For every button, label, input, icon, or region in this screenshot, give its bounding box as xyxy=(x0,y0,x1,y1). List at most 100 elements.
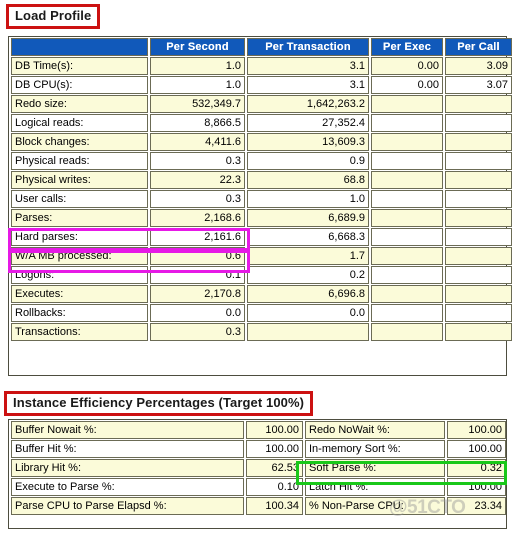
per-second-metric-label: W/A MB processed: xyxy=(11,247,148,265)
efficiency-value-left: 0.10 xyxy=(246,478,303,496)
per-exec-value xyxy=(371,133,443,151)
per-transaction-value: 3.1 xyxy=(247,76,369,94)
table-row: Physical reads: 0.3 0.9 xyxy=(11,152,512,170)
table-row: Block changes: 4,411.6 13,609.3 xyxy=(11,133,512,151)
table-header-row: Per Second Per Transaction Per Exec Per … xyxy=(11,38,512,56)
per-second-metric-label: Logons: xyxy=(11,266,148,284)
per-second-value: 0.3 xyxy=(150,152,245,170)
column-header-per-exec[interactable]: Per Exec xyxy=(371,38,443,56)
efficiency-value-left: 100.00 xyxy=(246,421,303,439)
per-second-value: 22.3 xyxy=(150,171,245,189)
per-second-metric-label: DB CPU(s): xyxy=(11,76,148,94)
per-second-value: 2,168.6 xyxy=(150,209,245,227)
per-transaction-value: 68.8 xyxy=(247,171,369,189)
load-profile-table: Per Second Per Transaction Per Exec Per … xyxy=(9,37,514,342)
table-row: Buffer Nowait %: 100.00 Redo NoWait %: 100.… xyxy=(11,421,506,439)
efficiency-value-right: 23.34 xyxy=(447,497,506,515)
table-row: Logons: 0.1 0.2 xyxy=(11,266,512,284)
efficiency-value-right: 100.00 xyxy=(447,478,506,496)
table-row: Parse CPU to Parse Elapsd %: 100.34% Non-… xyxy=(11,497,506,515)
per-transaction-value xyxy=(247,323,369,341)
per-second-value: 0.1 xyxy=(150,266,245,284)
per-exec-value xyxy=(371,114,443,132)
efficiency-metric-label-right: % Non-Parse CPU: xyxy=(305,497,445,515)
per-call-value xyxy=(445,304,512,322)
per-second-value: 0.6 xyxy=(150,247,245,265)
load-profile-table-container: Per Second Per Transaction Per Exec Per … xyxy=(8,36,512,376)
efficiency-value-right: 100.00 xyxy=(447,421,506,439)
per-exec-value xyxy=(371,323,443,341)
per-second-value: 1.0 xyxy=(150,57,245,75)
per-second-metric-label: Hard parses: xyxy=(11,228,148,246)
per-exec-value: 0.00 xyxy=(371,57,443,75)
per-transaction-value: 6,689.9 xyxy=(247,209,369,227)
column-header-per-call[interactable]: Per Call xyxy=(445,38,512,56)
table-row: Redo size: 532,349.7 1,642,263.2 xyxy=(11,95,512,113)
per-call-value xyxy=(445,228,512,246)
efficiency-metric-label-left: Parse CPU to Parse Elapsd %: xyxy=(11,497,244,515)
efficiency-metric-label-left: Execute to Parse %: xyxy=(11,478,244,496)
per-transaction-value: 27,352.4 xyxy=(247,114,369,132)
table-row: Library Hit %: 62.53 Soft Parse %: 0.32 xyxy=(11,459,506,477)
per-transaction-value: 13,609.3 xyxy=(247,133,369,151)
per-exec-value xyxy=(371,190,443,208)
table-row: Executes: 2,170.8 6,696.8 xyxy=(11,285,512,303)
per-second-metric-label: Parses: xyxy=(11,209,148,227)
table-row: DB Time(s): 1.0 3.1 0.00 3.09 xyxy=(11,57,512,75)
table-row: W/A MB processed: 0.6 1.7 xyxy=(11,247,512,265)
table-row: Transactions: 0.3 xyxy=(11,323,512,341)
per-second-value: 2,170.8 xyxy=(150,285,245,303)
per-call-value xyxy=(445,133,512,151)
per-second-value: 532,349.7 xyxy=(150,95,245,113)
per-second-metric-label: Physical writes: xyxy=(11,171,148,189)
instance-efficiency-table-container: Buffer Nowait %: 100.00 Redo NoWait %: 100.… xyxy=(8,419,507,529)
efficiency-metric-label-left: Buffer Nowait %: xyxy=(11,421,244,439)
per-transaction-value: 0.2 xyxy=(247,266,369,284)
column-header-metric[interactable] xyxy=(11,38,148,56)
per-second-metric-label: Block changes: xyxy=(11,133,148,151)
per-transaction-value: 0.0 xyxy=(247,304,369,322)
efficiency-metric-label-left: Buffer Hit %: xyxy=(11,440,244,458)
per-second-value: 0.3 xyxy=(150,190,245,208)
per-transaction-value: 6,696.8 xyxy=(247,285,369,303)
per-second-metric-label: User calls: xyxy=(11,190,148,208)
per-call-value xyxy=(445,171,512,189)
per-transaction-value: 3.1 xyxy=(247,57,369,75)
load-profile-section-title: Load Profile xyxy=(6,4,101,29)
efficiency-metric-label-left: Library Hit %: xyxy=(11,459,244,477)
per-call-value xyxy=(445,95,512,113)
per-exec-value: 0.00 xyxy=(371,76,443,94)
table-row: DB CPU(s): 1.0 3.1 0.00 3.07 xyxy=(11,76,512,94)
per-second-value: 2,161.6 xyxy=(150,228,245,246)
per-exec-value xyxy=(371,209,443,227)
per-second-metric-label: Transactions: xyxy=(11,323,148,341)
load-profile-table-body: DB Time(s): 1.0 3.1 0.00 3.09 DB CPU(s): 1.0 3.… xyxy=(11,57,512,341)
per-exec-value xyxy=(371,266,443,284)
efficiency-metric-label-right: In-memory Sort %: xyxy=(305,440,445,458)
table-row: Hard parses: 2,161.6 6,668.3 xyxy=(11,228,512,246)
efficiency-value-left: 100.00 xyxy=(246,440,303,458)
per-transaction-value: 1.0 xyxy=(247,190,369,208)
load-profile-table-head: Per Second Per Transaction Per Exec Per … xyxy=(11,38,512,56)
per-transaction-value: 1.7 xyxy=(247,247,369,265)
per-exec-value xyxy=(371,171,443,189)
efficiency-metric-label-right: Soft Parse %: xyxy=(305,459,445,477)
per-call-value xyxy=(445,285,512,303)
per-call-value xyxy=(445,266,512,284)
efficiency-value-right: 0.32 xyxy=(447,459,506,477)
efficiency-value-left: 62.53 xyxy=(246,459,303,477)
table-row: Logical reads: 8,866.5 27,352.4 xyxy=(11,114,512,132)
per-second-metric-label: Logical reads: xyxy=(11,114,148,132)
per-second-value: 0.0 xyxy=(150,304,245,322)
column-header-per-second[interactable]: Per Second xyxy=(150,38,245,56)
per-exec-value xyxy=(371,228,443,246)
column-header-per-transaction[interactable]: Per Transaction xyxy=(247,38,369,56)
instance-efficiency-table: Buffer Nowait %: 100.00 Redo NoWait %: 100.… xyxy=(9,420,508,516)
per-call-value xyxy=(445,323,512,341)
per-second-metric-label: DB Time(s): xyxy=(11,57,148,75)
table-row: Rollbacks: 0.0 0.0 xyxy=(11,304,512,322)
instance-efficiency-section-title: Instance Efficiency Percentages (Target … xyxy=(4,391,314,416)
per-call-value xyxy=(445,209,512,227)
per-second-metric-label: Physical reads: xyxy=(11,152,148,170)
instance-efficiency-table-body: Buffer Nowait %: 100.00 Redo NoWait %: 100.… xyxy=(11,421,506,515)
